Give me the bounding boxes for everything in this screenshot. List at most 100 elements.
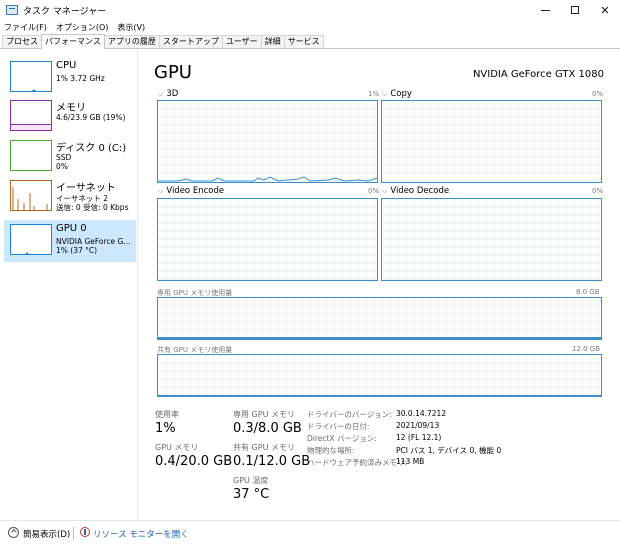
resource-monitor-icon xyxy=(80,527,90,537)
graph-label-video-decode[interactable]: ⌵ Video Decode xyxy=(382,186,449,196)
tab-users[interactable]: ユーザー xyxy=(221,35,262,48)
physical-location-key: 物理的な場所: xyxy=(307,446,355,455)
physical-location-value: PCI バス 1, デバイス 0, 機能 0 xyxy=(396,446,502,455)
memory-thumbnail xyxy=(10,100,52,131)
window-title: タスク マネージャー xyxy=(23,6,107,17)
menu-file[interactable]: ファイル(F) xyxy=(4,22,47,33)
chevron-down-icon: ⌵ xyxy=(158,90,164,98)
chevron-down-icon: ⌵ xyxy=(158,187,164,195)
menu-options[interactable]: オプション(O) xyxy=(56,22,109,33)
dedicated-memory-max: 8.0 GB xyxy=(576,288,600,296)
tab-processes[interactable]: プロセス xyxy=(2,35,42,48)
sidebar-item-disk[interactable]: ディスク 0 (C:) SSD 0% xyxy=(4,136,136,178)
graph-label-video-encode[interactable]: ⌵ Video Encode xyxy=(158,186,224,196)
cpu-thumbnail-graph xyxy=(31,89,37,91)
fewer-details-button[interactable]: 簡易表示(D) xyxy=(23,528,70,540)
dedicated-gpu-memory-value: 0.3/8.0 GB xyxy=(233,421,302,436)
tab-services[interactable]: サービス xyxy=(283,35,324,48)
tab-performance[interactable]: パフォーマンス xyxy=(41,34,105,49)
graph-video-encode xyxy=(157,198,378,281)
dedicated-memory-graph xyxy=(157,297,602,340)
page-title: GPU xyxy=(154,62,192,83)
graph-copy xyxy=(381,100,602,183)
tab-app-history[interactable]: アプリの履歴 xyxy=(103,35,160,48)
close-button[interactable]: ✕ xyxy=(590,0,620,20)
disk-thumbnail xyxy=(10,140,52,171)
title-bar: タスク マネージャー ✕ xyxy=(0,0,620,20)
sidebar-item-detail: NVIDIA GeForce G... xyxy=(56,237,131,246)
ethernet-thumbnail xyxy=(10,180,52,211)
menu-bar: ファイル(F) オプション(O) 表示(V) xyxy=(0,20,620,34)
sidebar-item-memory[interactable]: メモリ 4.6/23.9 GB (19%) xyxy=(4,96,136,138)
graph-video-decode-grid xyxy=(382,199,601,280)
minimize-button[interactable] xyxy=(530,0,560,20)
graph-video-encode-name: Video Encode xyxy=(166,186,225,196)
minimize-icon xyxy=(540,9,550,11)
sidebar-item-detail: SSD xyxy=(56,153,72,162)
sidebar-item-label: ディスク 0 (C:) xyxy=(56,143,127,154)
gpu-memory-value: 0.4/20.0 GB xyxy=(155,454,233,469)
dedicated-memory-fill xyxy=(158,337,601,339)
sidebar-item-label: CPU xyxy=(56,60,77,71)
shared-gpu-memory-value: 0.1/12.0 GB xyxy=(233,454,311,469)
sidebar-item-cpu[interactable]: CPU 1% 3.72 GHz xyxy=(4,57,136,99)
graph-3d xyxy=(157,100,378,183)
chevron-down-icon: ⌵ xyxy=(382,187,388,195)
footer-divider xyxy=(73,527,74,540)
dedicated-memory-grid xyxy=(158,298,601,339)
gpu-memory-label: GPU メモリ xyxy=(155,443,199,452)
cpu-thumbnail xyxy=(10,61,52,92)
chevron-down-icon: ⌵ xyxy=(382,90,388,98)
sidebar-item-label: GPU 0 xyxy=(56,223,87,234)
device-name: NVIDIA GeForce GTX 1080 xyxy=(472,69,604,80)
usage-label: 使用率 xyxy=(155,410,179,419)
gpu-thumbnail-graph xyxy=(25,252,29,254)
graph-video-encode-grid xyxy=(158,199,377,280)
resource-monitor-link[interactable]: リソース モニターを開く xyxy=(93,528,189,540)
graph-copy-name: Copy xyxy=(390,89,412,99)
graph-3d-line xyxy=(158,176,377,182)
dedicated-gpu-memory-label: 専用 GPU メモリ xyxy=(233,410,295,419)
graph-video-decode xyxy=(381,198,602,281)
usage-value: 1% xyxy=(155,421,176,436)
sidebar-item-label: メモリ xyxy=(56,103,86,114)
tab-startup[interactable]: スタートアップ xyxy=(158,35,223,48)
reserved-memory-key: ハードウェア予約済みメモリ: xyxy=(307,458,408,467)
gpu-thumbnail xyxy=(10,224,52,255)
gpu-temperature-label: GPU 温度 xyxy=(233,476,269,485)
shared-memory-fill xyxy=(158,395,601,396)
menu-view[interactable]: 表示(V) xyxy=(117,22,145,33)
memory-thumbnail-fill xyxy=(11,124,51,130)
graph-video-encode-percent: 0% xyxy=(368,187,380,195)
shared-memory-grid xyxy=(158,355,601,396)
driver-version-key: ドライバーのバージョン: xyxy=(307,410,392,419)
tab-details[interactable]: 詳細 xyxy=(260,35,285,48)
shared-memory-graph xyxy=(157,354,602,397)
sidebar-item-label: イーサネット xyxy=(56,183,116,194)
directx-version-key: DirectX バージョン: xyxy=(307,434,377,443)
sidebar-item-gpu[interactable]: GPU 0 NVIDIA GeForce G... 1% (37 °C) xyxy=(4,220,136,262)
graph-video-decode-name: Video Decode xyxy=(390,186,450,196)
graph-3d-name: 3D xyxy=(166,89,179,99)
sidebar: CPU 1% 3.72 GHz メモリ 4.6/23.9 GB (19%) ディ… xyxy=(0,50,138,520)
graph-copy-grid xyxy=(382,101,601,182)
footer: 簡易表示(D) リソース モニターを開く xyxy=(0,520,620,547)
ethernet-thumbnail-graph xyxy=(12,187,48,210)
sidebar-item-detail-2: 0% xyxy=(56,162,68,171)
collapse-chevron-icon[interactable] xyxy=(8,527,19,538)
graph-label-copy[interactable]: ⌵ Copy xyxy=(382,89,412,99)
graph-3d-percent: 1% xyxy=(368,90,380,98)
maximize-button[interactable] xyxy=(560,0,590,20)
reserved-memory-value: 113 MB xyxy=(396,457,425,466)
close-icon: ✕ xyxy=(600,3,610,17)
shared-gpu-memory-label: 共有 GPU メモリ xyxy=(233,443,295,452)
graph-video-decode-percent: 0% xyxy=(592,187,604,195)
graph-label-3d[interactable]: ⌵ 3D xyxy=(158,89,178,99)
shared-memory-max: 12.0 GB xyxy=(572,345,601,353)
sidebar-item-detail-2: 1% (37 °C) xyxy=(56,246,98,255)
maximize-icon xyxy=(571,6,579,14)
task-manager-icon xyxy=(6,5,18,15)
sidebar-item-detail: 4.6/23.9 GB (19%) xyxy=(56,113,126,122)
sidebar-item-detail-2: 送信: 0 受信: 0 Kbps xyxy=(56,203,129,212)
sidebar-item-ethernet[interactable]: イーサネット イーサネット 2 送信: 0 受信: 0 Kbps xyxy=(4,176,136,218)
